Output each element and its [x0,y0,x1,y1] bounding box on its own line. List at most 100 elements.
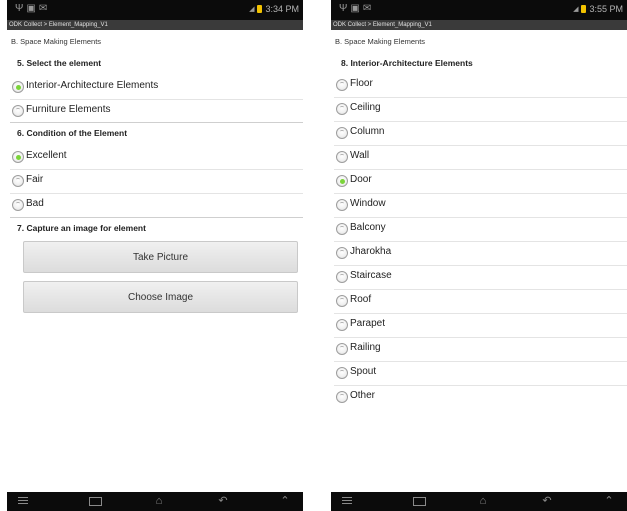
option-label: Staircase [350,270,392,281]
option-label: Jharokha [350,246,392,257]
option-label: Furniture Elements [26,104,111,115]
radio-button[interactable] [336,391,348,403]
radio-option[interactable]: Railing [331,338,627,362]
radio-button[interactable] [336,343,348,355]
radio-button[interactable] [336,151,348,163]
status-time: 3:55 PM [589,4,623,14]
app-title-bar: ODK Collect > Element_Mapping_V1 [331,20,627,30]
radio-button[interactable] [336,295,348,307]
back-icon[interactable]: ↶ [211,495,235,507]
radio-option[interactable]: Interior-Architecture Elements [7,76,303,100]
form-content: B. Space Making Elements 8. Interior-Arc… [331,30,627,492]
divider [10,122,303,123]
notification-icons: Ψ▣✉ [15,3,50,14]
radio-option[interactable]: Window [331,194,627,218]
radio-button[interactable] [336,223,348,235]
radio-button[interactable] [12,199,24,211]
radio-option[interactable]: Excellent [7,146,303,170]
radio-option[interactable]: Jharokha [331,242,627,266]
left-screen: Ψ▣✉ ◢ 3:34 PM ODK Collect > Element_Mapp… [7,0,303,511]
form-content: B. Space Making Elements 5. Select the e… [7,30,303,492]
option-label: Roof [350,294,372,305]
option-label: Railing [350,342,381,353]
radio-option[interactable]: Wall [331,146,627,170]
option-label: Column [350,126,385,137]
status-bar: Ψ▣✉ ◢ 3:34 PM [7,0,303,20]
radio-button[interactable] [336,79,348,91]
option-label: Fair [26,174,44,185]
radio-option[interactable]: Door [331,170,627,194]
radio-button[interactable] [336,247,348,259]
option-label: Door [350,174,372,185]
radio-option[interactable]: Balcony [331,218,627,242]
radio-button[interactable] [336,103,348,115]
home-icon[interactable]: ⌂ [147,495,171,507]
option-label: Spout [350,366,377,377]
option-label: Ceiling [350,102,381,113]
radio-option[interactable]: Column [331,122,627,146]
signal-icon: ◢ [573,6,579,13]
choose-image-button[interactable]: Choose Image [23,281,298,313]
radio-option[interactable]: Spout [331,362,627,386]
radio-option[interactable]: Fair [7,170,303,194]
question-7: 7. Capture an image for element [17,223,146,233]
option-label: Bad [26,198,44,209]
radio-option[interactable]: Ceiling [331,98,627,122]
radio-option[interactable]: Floor [331,74,627,98]
recent-apps-icon[interactable] [407,495,431,507]
menu-icon[interactable] [11,495,35,507]
status-right: ◢ 3:55 PM [573,4,623,14]
app-title: ODK Collect > Element_Mapping_V1 [9,22,108,28]
usb-icon: Ψ [339,3,351,14]
take-picture-button[interactable]: Take Picture [23,241,298,273]
message-icon: ✉ [362,3,375,14]
question-8: 8. Interior-Architecture Elements [341,58,473,68]
option-label: Wall [350,150,370,161]
radio-option[interactable]: Other [331,386,627,410]
radio-button[interactable] [336,271,348,283]
radio-option[interactable]: Roof [331,290,627,314]
radio-button[interactable] [336,319,348,331]
up-icon[interactable]: ⌃ [273,495,297,507]
radio-button[interactable] [336,367,348,379]
radio-option[interactable]: Furniture Elements [7,100,303,124]
usb-icon: Ψ [15,3,27,14]
home-icon[interactable]: ⌂ [471,495,495,507]
radio-button[interactable] [12,105,24,117]
app-title: ODK Collect > Element_Mapping_V1 [333,22,432,28]
right-screen: Ψ▣✉ ◢ 3:55 PM ODK Collect > Element_Mapp… [331,0,627,511]
notification-icons: Ψ▣✉ [339,3,374,14]
radio-button-checked[interactable] [12,151,24,163]
app-title-bar: ODK Collect > Element_Mapping_V1 [7,20,303,30]
status-bar: Ψ▣✉ ◢ 3:55 PM [331,0,627,20]
status-time: 3:34 PM [265,4,299,14]
option-label: Other [350,390,376,401]
recent-apps-icon[interactable] [83,495,107,507]
radio-button[interactable] [12,175,24,187]
status-right: ◢ 3:34 PM [249,4,299,14]
radio-button-checked[interactable] [336,175,348,187]
option-label: Balcony [350,222,386,233]
image-icon: ▣ [26,3,39,14]
navigation-bar: ⌂ ↶ ⌃ [331,492,627,511]
radio-button-checked[interactable] [12,81,24,93]
up-icon[interactable]: ⌃ [597,495,621,507]
radio-button[interactable] [336,199,348,211]
option-label: Interior-Architecture Elements [26,80,159,91]
section-label: B. Space Making Elements [11,37,102,46]
option-label: Parapet [350,318,386,329]
radio-button[interactable] [336,127,348,139]
message-icon: ✉ [38,3,51,14]
section-label: B. Space Making Elements [335,37,426,46]
radio-option[interactable]: Parapet [331,314,627,338]
question-5: 5. Select the element [17,58,102,68]
divider [10,217,303,218]
back-icon[interactable]: ↶ [535,495,559,507]
option-label: Floor [350,78,373,89]
radio-option[interactable]: Bad [7,194,303,218]
menu-icon[interactable] [335,495,359,507]
navigation-bar: ⌂ ↶ ⌃ [7,492,303,511]
question-6: 6. Condition of the Element [17,128,128,138]
radio-option[interactable]: Staircase [331,266,627,290]
option-label: Window [350,198,386,209]
